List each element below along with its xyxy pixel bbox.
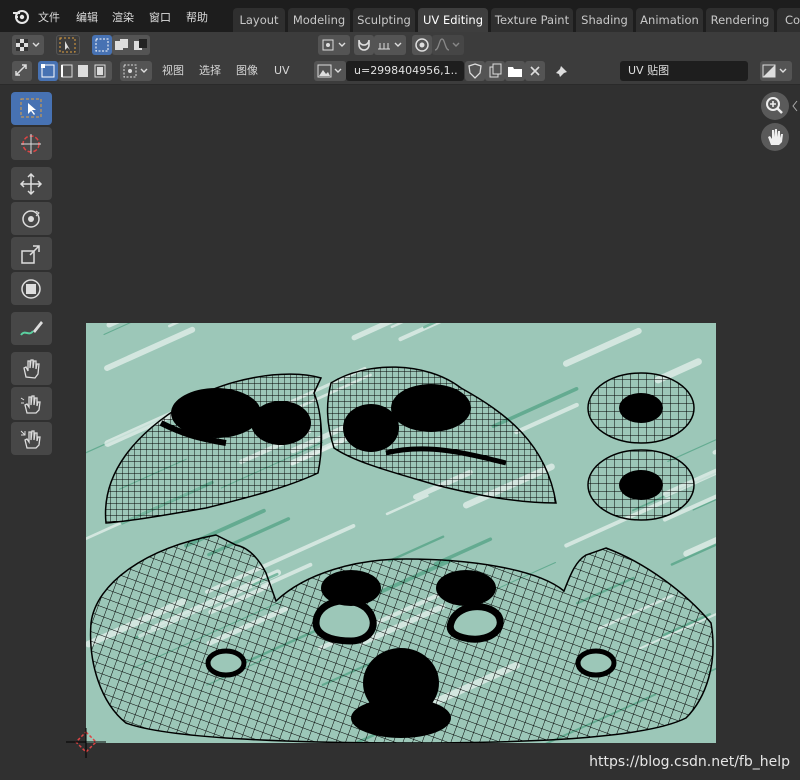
proportional-edit-icon [415,38,429,52]
sync-arrows-icon [15,64,27,76]
snap-toggle[interactable] [354,35,374,55]
blender-logo-icon[interactable] [12,7,30,25]
menu-uv[interactable]: UV [274,61,290,81]
tool-scale[interactable] [11,237,52,270]
menu-image[interactable]: 图像 [236,61,258,81]
move-icon [19,172,43,196]
tab-animation[interactable]: Animation [636,8,703,32]
tab-shading[interactable]: Shading [576,8,633,32]
tool-grab[interactable] [11,352,52,385]
select-extend-buttons[interactable] [112,35,150,55]
select-box-icon [95,38,109,52]
scale-icon [21,245,40,264]
editor-header-secondary: 视图 选择 图像 UV u=2998404956,1.. UV 贴图 [0,58,800,85]
menu-edit[interactable]: 编辑 [76,9,98,25]
select-new-button[interactable] [92,35,112,55]
uv-2d-cursor-icon[interactable] [62,728,110,758]
tab-rendering[interactable]: Rendering [706,8,774,32]
close-icon [530,66,540,76]
tool-transform[interactable] [11,272,52,305]
browse-image-dropdown[interactable] [314,61,346,81]
tool-cursor[interactable] [11,127,52,160]
editor-header-primary [0,32,800,58]
open-image-button[interactable] [505,61,525,81]
top-menu-bar: 文件 编辑 渲染 窗口 帮助 Layout Modeling Sculpting… [0,0,800,32]
sticky-selection-dropdown[interactable] [120,61,152,81]
uv-canvas [86,323,716,744]
display-channels-dropdown[interactable] [760,61,792,81]
folder-icon [508,67,522,77]
sync-selection-toggle[interactable] [12,61,32,81]
pivot-point-dropdown[interactable] [318,35,350,55]
pivot-icon [322,39,346,51]
uv-edge-face-island-modes[interactable] [58,61,112,81]
cursor-3d-icon [21,134,41,154]
shield-icon [468,63,482,79]
tab-texture-paint[interactable]: Texture Paint [491,8,573,32]
duplicate-icon [489,63,502,78]
relax-hand-icon [20,395,41,414]
new-image-button[interactable] [485,61,505,81]
editor-type-dropdown[interactable] [12,35,44,55]
select-mode-button[interactable] [56,35,80,55]
select-cursor-icon [59,37,76,53]
sidebar-toggle-icon[interactable] [791,100,799,112]
tab-layout[interactable]: Layout [233,8,285,32]
pin-icon[interactable] [551,64,569,82]
tab-uv-editing[interactable]: UV Editing [418,8,488,32]
tab-modeling[interactable]: Modeling [288,8,350,32]
uv-texture-image[interactable] [86,323,716,744]
pan-view-button[interactable] [761,123,789,151]
menu-select[interactable]: 选择 [199,61,221,81]
menu-view[interactable]: 视图 [162,61,184,81]
sticky-select-icon [123,64,148,78]
watermark-text: https://blog.csdn.net/fb_help [589,754,790,770]
uv-map-field[interactable]: UV 贴图 [620,61,748,81]
image-name-field[interactable]: u=2998404956,1.. [346,61,464,81]
menu-window[interactable]: 窗口 [149,9,171,25]
select-box-icon [20,98,42,118]
menu-file[interactable]: 文件 [38,9,60,25]
tool-pinch[interactable] [11,422,52,455]
tool-select-box[interactable] [11,92,52,125]
grab-hand-icon [23,359,40,379]
proportional-edit-toggle[interactable] [412,35,432,55]
tool-annotate[interactable] [11,312,52,345]
display-channels-icon [762,64,787,78]
tool-shelf [11,90,54,460]
transform-icon [21,279,41,299]
tab-compositing[interactable]: Co [777,8,800,32]
zoom-icon [766,97,783,114]
tool-relax[interactable] [11,387,52,420]
zoom-view-button[interactable] [761,92,789,120]
image-editor-icon [16,39,40,51]
falloff-curve-icon [434,38,460,51]
image-icon [317,64,342,78]
uv-vertex-mode[interactable] [38,61,58,81]
tool-move[interactable] [11,167,52,200]
annotate-pen-icon [20,321,43,336]
magnet-icon [358,39,370,51]
select-mode-icons [115,39,147,50]
snap-target-dropdown[interactable] [374,35,406,55]
vertex-select-icon [41,64,55,78]
snap-increment-icon [378,42,402,50]
pinch-hand-icon [20,430,41,449]
edge-face-island-icons [61,64,106,78]
proportional-falloff-dropdown[interactable] [432,35,464,55]
menu-help[interactable]: 帮助 [186,9,208,25]
rotate-icon [22,210,40,228]
fake-user-toggle[interactable] [465,61,485,81]
tab-sculpting[interactable]: Sculpting [353,8,415,32]
hand-icon [768,129,783,145]
unlink-image-button[interactable] [525,61,545,81]
menu-render[interactable]: 渲染 [112,9,134,25]
tool-rotate[interactable] [11,202,52,235]
uv-island-bottom-face [89,534,714,744]
